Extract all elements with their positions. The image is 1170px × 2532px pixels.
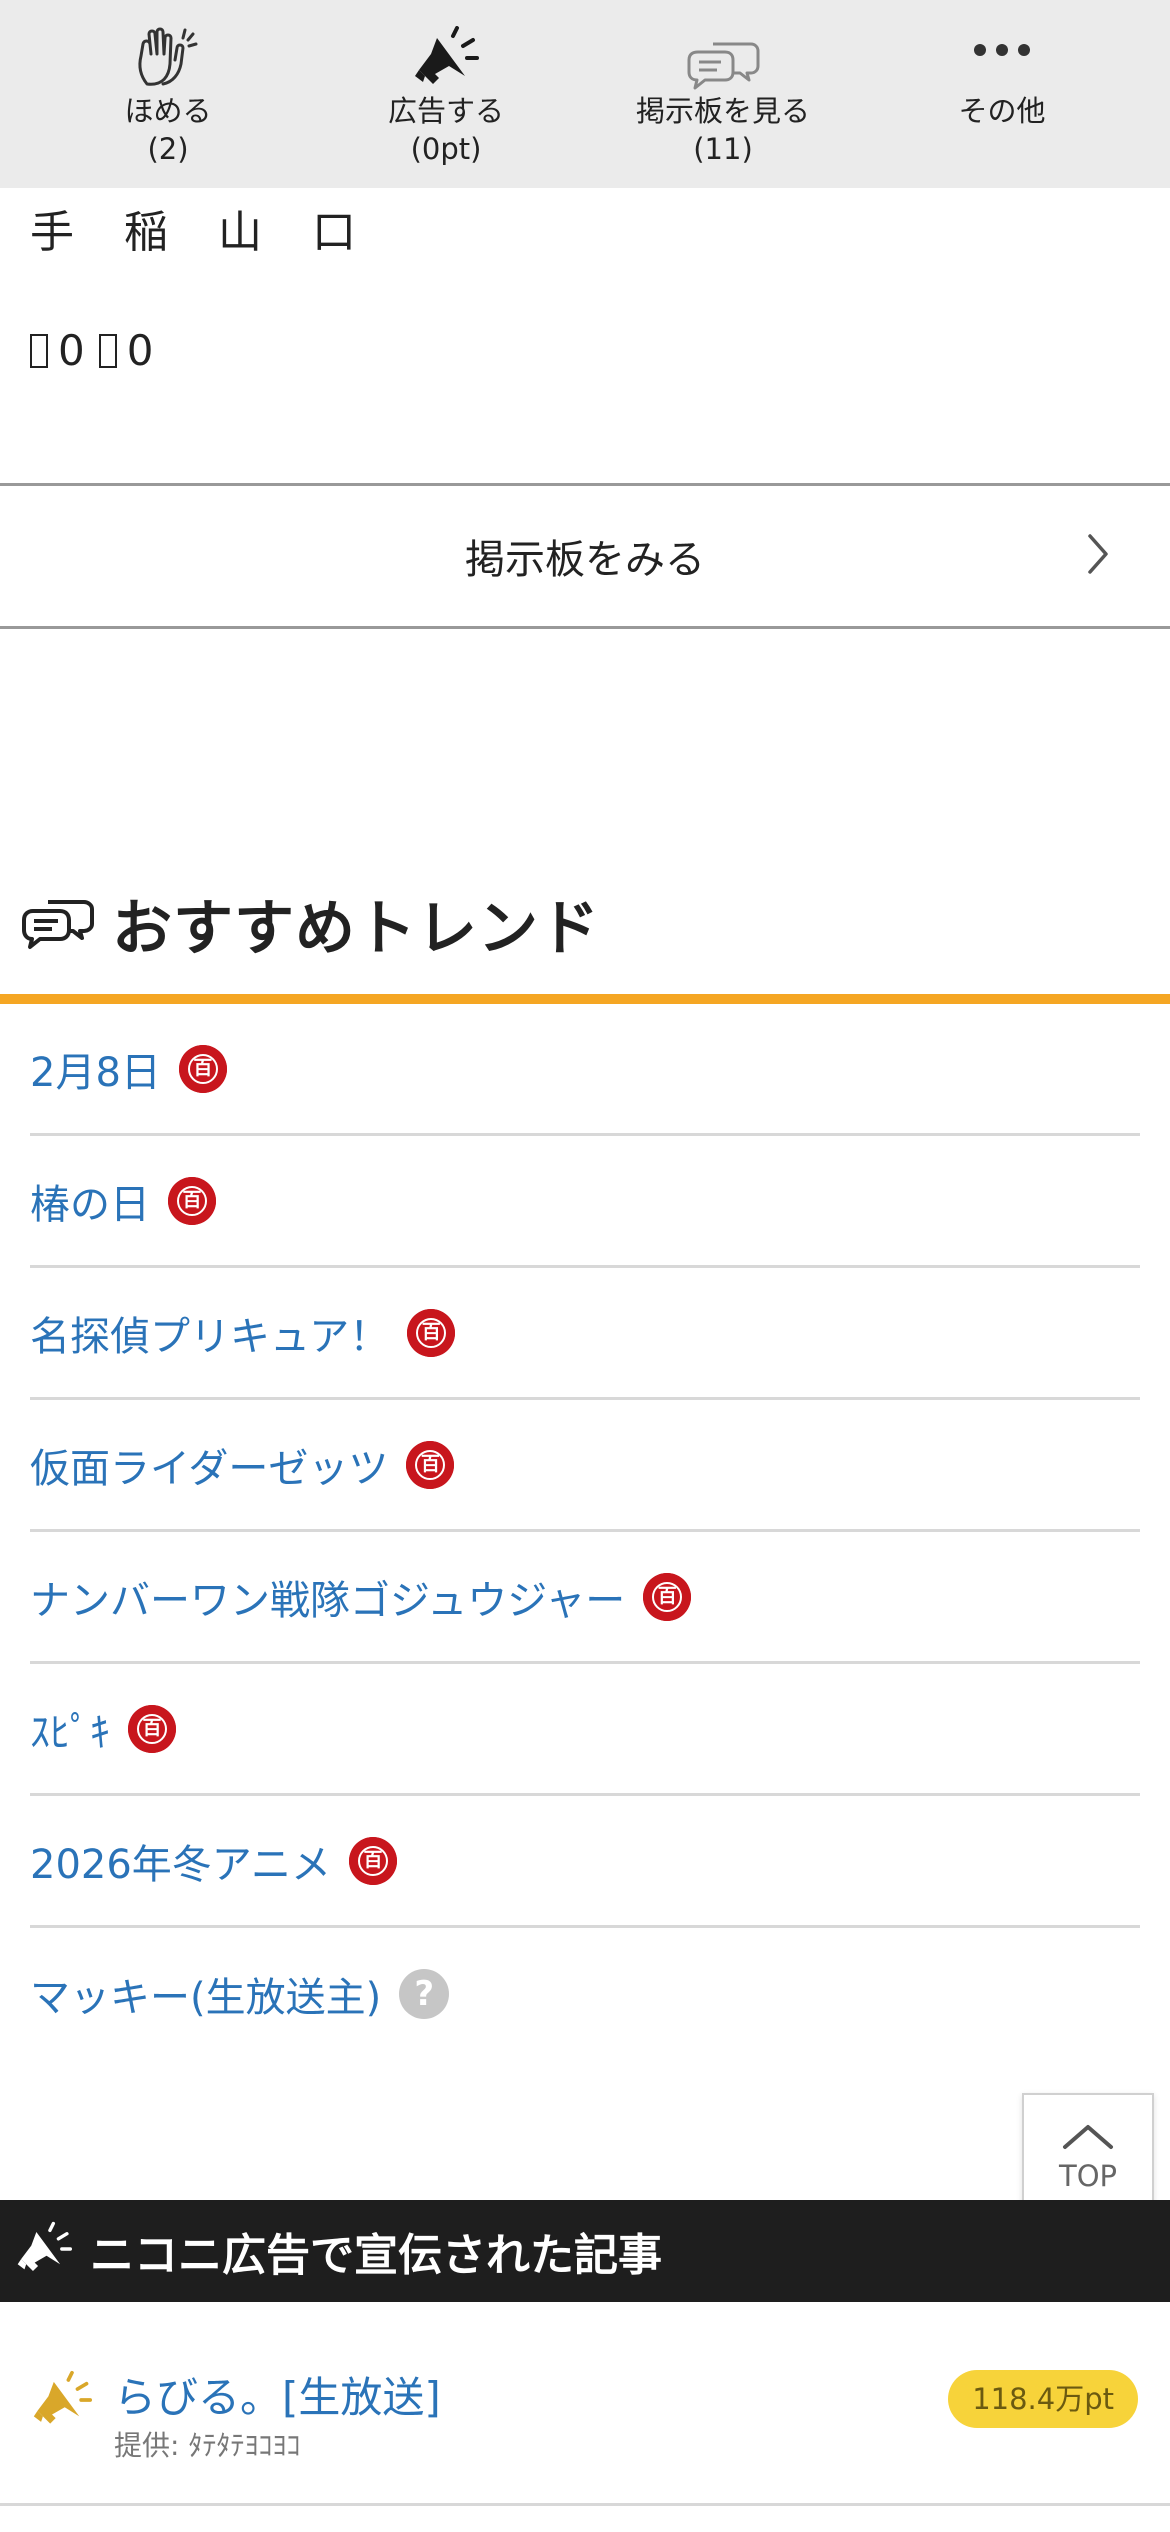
ad-points-badge: 118.4万pt	[948, 2370, 1138, 2428]
char-item: 口	[312, 207, 356, 258]
board-link[interactable]: 掲示板をみる	[0, 483, 1170, 629]
count-first: 0	[58, 326, 85, 375]
trend-item[interactable]: マッキー(生放送主) ?	[30, 1928, 1140, 2060]
chat-bubbles-icon	[685, 0, 761, 90]
trend-item-label[interactable]: ナンバーワン戦隊ゴジュウジャー	[30, 1568, 625, 1626]
trend-item-label[interactable]: 2026年冬アニメ	[30, 1832, 331, 1890]
trend-item[interactable]: ナンバーワン戦隊ゴジュウジャー 百	[30, 1532, 1140, 1664]
trend-item-label[interactable]: 仮面ライダーゼッツ	[30, 1436, 388, 1494]
view-board-button[interactable]: 掲示板を見る (11)	[603, 0, 843, 188]
megaphone-icon	[413, 0, 479, 90]
trend-item[interactable]: 椿の日 百	[30, 1136, 1140, 1268]
trend-item[interactable]: 名探偵プリキュア！ 百	[30, 1268, 1140, 1400]
question-icon[interactable]: ?	[399, 1969, 450, 2019]
dictionary-icon[interactable]: 百	[407, 1308, 456, 1357]
dictionary-icon[interactable]: 百	[178, 1044, 227, 1093]
ad-article-title[interactable]: らびる。[生放送]	[114, 2364, 441, 2425]
trend-header: おすすめトレンド	[20, 880, 600, 967]
trend-divider	[0, 994, 1170, 1004]
ad-section-header: ニコニ広告で宣伝された記事	[0, 2200, 1170, 2302]
megaphone-icon	[16, 2221, 73, 2281]
board-count: (11)	[693, 132, 753, 166]
chevron-right-icon	[1086, 532, 1110, 580]
board-link-label: 掲示板をみる	[465, 537, 705, 583]
trend-title: おすすめトレンド	[112, 894, 600, 964]
dictionary-icon[interactable]: 百	[406, 1440, 455, 1489]
ad-provider: 提供: ﾀﾃﾀﾃﾖｺﾖｺ	[114, 2429, 301, 2462]
megaphone-icon	[32, 2370, 92, 2434]
dictionary-icon[interactable]: 百	[349, 1836, 397, 1885]
dictionary-icon[interactable]: 百	[168, 1176, 216, 1225]
reaction-counts: 0 0	[30, 326, 167, 375]
more-dots-icon	[972, 0, 1032, 100]
more-button[interactable]: その他	[882, 0, 1122, 188]
chat-bubbles-icon	[20, 894, 96, 954]
action-bar: ほめる (2) 広告する (0pt) 掲示板を見る (11) その他	[0, 0, 1170, 188]
missing-glyph-icon	[98, 333, 117, 368]
trend-item[interactable]: ｽﾋﾟｷ 百	[30, 1664, 1140, 1796]
trend-list: 2月8日 百 椿の日 百 名探偵プリキュア！ 百 仮面ライダーゼッツ 百 ナンバ…	[30, 1004, 1140, 2060]
advertise-label: 広告する	[387, 94, 504, 128]
trend-item[interactable]: 2月8日 百	[30, 1004, 1140, 1136]
dictionary-icon[interactable]: 百	[128, 1704, 176, 1753]
trend-item-label[interactable]: 椿の日	[30, 1172, 150, 1230]
chevron-up-icon	[1061, 2123, 1115, 2155]
praise-button[interactable]: ほめる (2)	[48, 0, 288, 188]
char-item: 山	[218, 207, 262, 258]
char-item: 稲	[124, 207, 168, 258]
character-row: 手 稲 山 口	[30, 196, 392, 260]
missing-glyph-icon	[30, 333, 48, 368]
advertise-points: (0pt)	[410, 132, 482, 166]
praise-label: ほめる	[124, 94, 212, 128]
clap-icon	[133, 0, 203, 90]
advertise-button[interactable]: 広告する (0pt)	[326, 0, 566, 188]
ad-section-title: ニコニ広告で宣伝された記事	[90, 2230, 662, 2281]
more-label: その他	[958, 94, 1046, 128]
ad-article-item[interactable]: らびる。[生放送] 提供: ﾀﾃﾀﾃﾖｺﾖｺ 118.4万pt	[0, 2302, 1170, 2506]
trend-item[interactable]: 仮面ライダーゼッツ 百	[30, 1400, 1140, 1532]
trend-item-label[interactable]: 名探偵プリキュア！	[30, 1304, 389, 1362]
view-board-label: 掲示板を見る	[635, 94, 810, 128]
trend-item-label[interactable]: ｽﾋﾟｷ	[30, 1700, 110, 1758]
trend-item-label[interactable]: 2月8日	[30, 1040, 161, 1098]
trend-item-label[interactable]: マッキー(生放送主)	[30, 1965, 381, 2023]
trend-item[interactable]: 2026年冬アニメ 百	[30, 1796, 1140, 1928]
back-to-top-label: TOP	[1058, 2159, 1118, 2193]
praise-count: (2)	[147, 132, 189, 166]
count-second: 0	[126, 326, 154, 375]
dictionary-icon[interactable]: 百	[643, 1572, 692, 1621]
char-item: 手	[30, 207, 74, 258]
